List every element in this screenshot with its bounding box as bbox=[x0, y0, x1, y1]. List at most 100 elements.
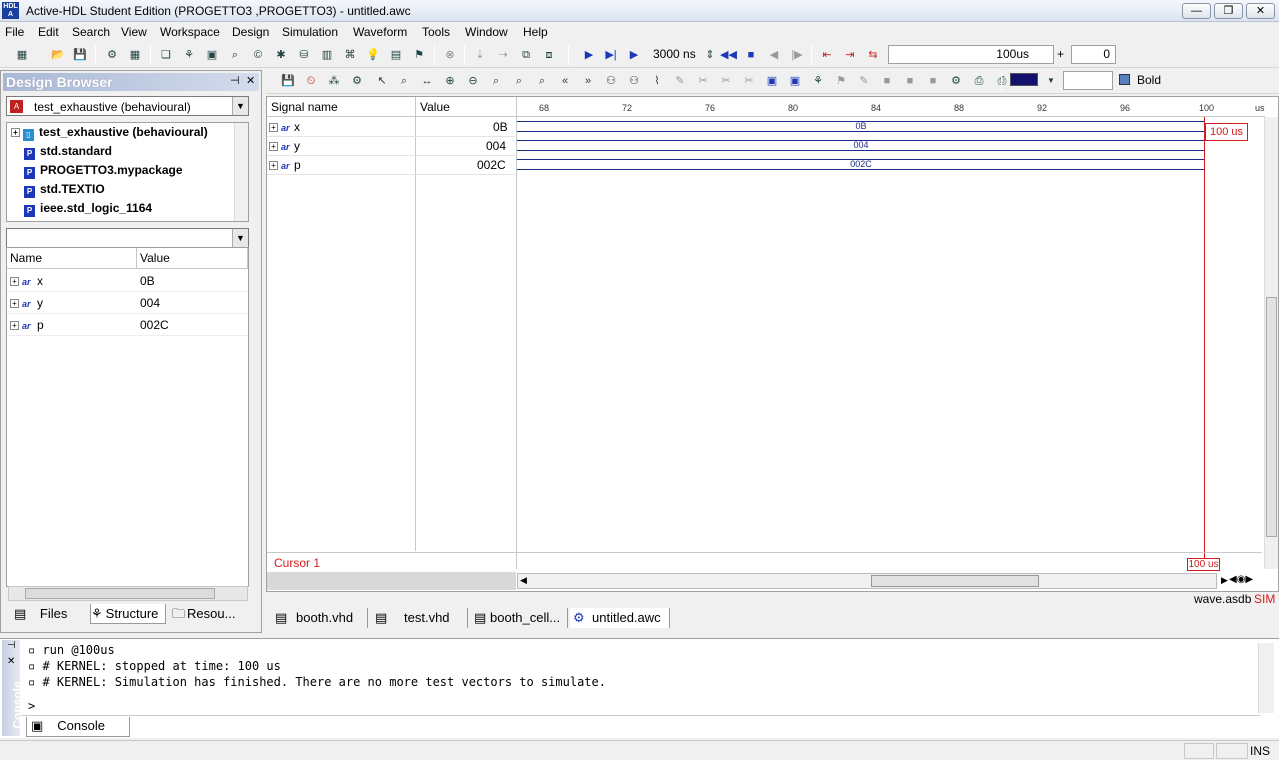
next-icon[interactable]: » bbox=[580, 73, 596, 89]
box-icon[interactable]: ■ bbox=[879, 73, 895, 89]
tab-booth-vhd[interactable]: ▤ booth.vhd bbox=[270, 608, 368, 628]
tree-icon[interactable]: ⚘ bbox=[810, 73, 826, 89]
maximize-button[interactable]: ❐ bbox=[1214, 3, 1243, 19]
bus-p-waveform[interactable]: 002C bbox=[517, 159, 1205, 170]
network-icon[interactable]: ⌘ bbox=[342, 47, 358, 63]
menu-window[interactable]: Window bbox=[465, 25, 508, 39]
tab-resources[interactable]: 🗀 Resou... bbox=[172, 604, 252, 624]
step-icon[interactable]: ⇣ bbox=[472, 47, 488, 63]
box-c-icon[interactable]: ■ bbox=[925, 73, 941, 89]
delta-field[interactable]: 0 bbox=[1071, 45, 1116, 64]
marker-icon[interactable]: ⇆ bbox=[865, 47, 881, 63]
tool-a-icon[interactable]: ✂ bbox=[695, 73, 711, 89]
tab-untitled-awc[interactable]: ⚙ untitled.awc bbox=[570, 608, 670, 628]
sim-time-field[interactable]: 3000 ns bbox=[650, 46, 702, 65]
menu-simulation[interactable]: Simulation bbox=[282, 25, 338, 39]
menu-view[interactable]: View bbox=[121, 25, 147, 39]
top-unit-select[interactable]: A test_exhaustive (behavioural) ▼ bbox=[6, 96, 249, 116]
save-icon[interactable]: 💾 bbox=[72, 47, 88, 63]
draw-icon[interactable]: ✎ bbox=[672, 73, 688, 89]
color-dropdown-icon[interactable]: ▼ bbox=[1043, 73, 1059, 89]
next-edge-icon[interactable]: ⇥ bbox=[842, 47, 858, 63]
zoom-icon[interactable]: ⌕ bbox=[396, 73, 412, 89]
binoculars-icon[interactable]: ⚇ bbox=[603, 73, 619, 89]
run-until-icon[interactable]: ▶| bbox=[603, 47, 619, 63]
tool-c-icon[interactable]: ✂ bbox=[741, 73, 757, 89]
c-code-icon[interactable]: © bbox=[250, 47, 266, 63]
zoom-out-icon[interactable]: ⊖ bbox=[465, 73, 481, 89]
open-folder-icon[interactable]: 📂 bbox=[50, 47, 66, 63]
wave-vscrollbar[interactable] bbox=[1264, 117, 1278, 569]
name-column-header[interactable]: Name bbox=[7, 248, 137, 269]
bus-x-waveform[interactable]: 0B bbox=[517, 121, 1205, 132]
structure-icon[interactable]: ⚘ bbox=[181, 47, 197, 63]
object-row[interactable]: + ar x 0B bbox=[7, 270, 248, 292]
bus-y-waveform[interactable]: 004 bbox=[517, 140, 1205, 151]
hierarchy-icon[interactable]: ⚙ bbox=[104, 47, 120, 63]
bold-checkbox[interactable] bbox=[1119, 74, 1130, 85]
print-icon[interactable]: ⎙ bbox=[994, 73, 1010, 89]
tree-item[interactable]: P PROGETTO3.mypackage bbox=[24, 163, 183, 179]
object-row[interactable]: + ar y 004 bbox=[7, 292, 248, 314]
stop-circle-icon[interactable]: ⊗ bbox=[442, 47, 458, 63]
books-icon[interactable]: ▥ bbox=[319, 47, 335, 63]
tab-files[interactable]: ▤ Files bbox=[14, 604, 84, 624]
menu-file[interactable]: File bbox=[5, 25, 24, 39]
find-icon[interactable]: ⌕ bbox=[227, 47, 243, 63]
binoculars-next-icon[interactable]: ⚇ bbox=[626, 73, 642, 89]
tree-item[interactable]: + ▯ test_exhaustive (behavioural) bbox=[11, 125, 208, 141]
chevron-down-icon[interactable]: ▼ bbox=[232, 97, 248, 115]
style-field[interactable] bbox=[1063, 71, 1113, 90]
horizontal-scrollbar[interactable] bbox=[8, 586, 248, 601]
zoom-controls-icon[interactable]: ◀◉▶ bbox=[1229, 574, 1253, 585]
wave-hscrollbar[interactable]: ◀ ▶ bbox=[517, 573, 1228, 589]
zoom-fit-icon[interactable]: ⌕ bbox=[488, 73, 504, 89]
time-field[interactable]: 100us bbox=[888, 45, 1054, 64]
console-prompt[interactable]: > bbox=[28, 699, 35, 713]
cursor-line[interactable] bbox=[1204, 117, 1205, 563]
menu-tools[interactable]: Tools bbox=[422, 25, 450, 39]
panel-close-icon[interactable]: ✕ bbox=[246, 74, 255, 87]
chevron-down-icon[interactable]: ▼ bbox=[232, 229, 248, 247]
signal-name-header[interactable]: Signal name bbox=[267, 97, 415, 117]
clock-icon[interactable]: ⏲ bbox=[303, 73, 319, 89]
wave-save-icon[interactable]: 💾 bbox=[280, 73, 296, 89]
zoom-range-icon[interactable]: ⌕ bbox=[511, 73, 527, 89]
menu-waveform[interactable]: Waveform bbox=[353, 25, 407, 39]
tool-b-icon[interactable]: ✂ bbox=[718, 73, 734, 89]
menu-help[interactable]: Help bbox=[523, 25, 548, 39]
chip-icon[interactable]: ▤ bbox=[388, 47, 404, 63]
zoom-in-icon[interactable]: ⊕ bbox=[442, 73, 458, 89]
spin-icon[interactable]: ⇕ bbox=[702, 47, 718, 63]
tree-item[interactable]: Pstd.standard bbox=[24, 144, 112, 160]
pointer-icon[interactable]: ↖ bbox=[374, 73, 390, 89]
chip-b-icon[interactable]: ⚙ bbox=[948, 73, 964, 89]
windows-icon[interactable]: ❏ bbox=[158, 47, 174, 63]
tree-scrollbar[interactable] bbox=[234, 123, 248, 221]
signal-add-icon[interactable]: ⁂ bbox=[326, 73, 342, 89]
close-button[interactable]: ✕ bbox=[1246, 3, 1275, 19]
console-pin-icon[interactable]: ⊣ bbox=[7, 640, 16, 651]
step-over-icon[interactable]: ⇢ bbox=[495, 47, 511, 63]
menu-design[interactable]: Design bbox=[232, 25, 269, 39]
signal-row[interactable]: + ar p 002C bbox=[267, 156, 515, 175]
bus-icon[interactable]: ⚑ bbox=[411, 47, 427, 63]
tree-item[interactable]: Pstd.TEXTIO bbox=[24, 182, 105, 198]
value-column-header[interactable]: Value bbox=[137, 248, 248, 269]
object-row[interactable]: + ar p 002C bbox=[7, 314, 248, 336]
tab-console[interactable]: ▣ Console bbox=[26, 717, 130, 737]
time-ruler[interactable]: 68 72 76 80 84 88 92 96 100 us bbox=[517, 97, 1265, 117]
pen-icon[interactable]: ✎ bbox=[856, 73, 872, 89]
new-window-icon[interactable]: ▦ bbox=[14, 47, 30, 63]
prev-edge-icon[interactable]: ⇤ bbox=[819, 47, 835, 63]
console-close-icon[interactable]: ✕ bbox=[7, 656, 15, 667]
forward-icon[interactable]: |▶ bbox=[789, 47, 805, 63]
tab-test-vhd[interactable]: ▤ test.vhd bbox=[370, 608, 468, 628]
library-icon[interactable]: ⛁ bbox=[296, 47, 312, 63]
run-for-icon[interactable]: ▶ bbox=[626, 47, 642, 63]
print-preview-icon[interactable]: ⎙ bbox=[971, 73, 987, 89]
zoom-area-icon[interactable]: ⌕ bbox=[534, 73, 550, 89]
filter-select[interactable]: ▼ bbox=[6, 228, 249, 248]
tab-structure[interactable]: ⚘ Structure bbox=[90, 604, 166, 624]
stop-icon[interactable]: ■ bbox=[743, 47, 759, 63]
